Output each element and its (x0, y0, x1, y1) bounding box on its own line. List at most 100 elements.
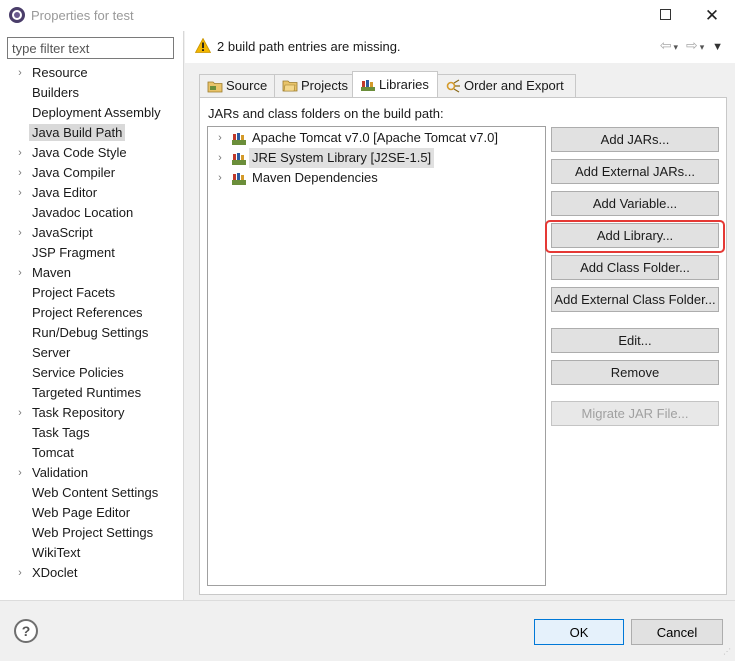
nav-item[interactable]: Project Facets (0, 283, 184, 303)
chevron-right-icon[interactable]: › (214, 168, 226, 188)
nav-item-java-build-path[interactable]: Java Build Path (0, 123, 184, 143)
remove-button[interactable]: Remove (551, 360, 719, 385)
nav-item-label: JavaScript (32, 225, 93, 240)
nav-item[interactable]: Builders (0, 83, 184, 103)
nav-item-label: Server (32, 345, 71, 360)
nav-item-label: JSP Fragment (32, 245, 115, 260)
message-text: 2 build path entries are missing. (217, 39, 401, 54)
nav-item[interactable]: Service Policies (0, 363, 184, 383)
nav-item[interactable]: WikiText (0, 543, 184, 563)
libraries-icon (361, 80, 375, 91)
nav-item-label: Service Policies (32, 365, 124, 380)
warning-icon (195, 38, 211, 53)
tab-source[interactable]: Source (199, 74, 275, 98)
maximize-icon (659, 9, 671, 21)
close-button[interactable]: ✕ (692, 0, 732, 31)
chevron-right-icon[interactable]: › (14, 163, 26, 183)
back-dropdown-icon[interactable]: ▾ (674, 42, 681, 52)
nav-item[interactable]: Javadoc Location (0, 203, 184, 223)
cancel-button[interactable]: Cancel (631, 619, 723, 645)
order-export-icon (446, 79, 460, 93)
forward-dropdown-icon[interactable]: ▾ (700, 42, 707, 52)
chevron-right-icon[interactable]: › (214, 148, 226, 168)
nav-item[interactable]: › Java Editor (0, 183, 184, 203)
forward-arrow-icon[interactable]: ⇨ (686, 37, 700, 53)
nav-item[interactable]: › Validation (0, 463, 184, 483)
nav-item[interactable]: Server (0, 343, 184, 363)
nav-item[interactable]: › Task Repository (0, 403, 184, 423)
chevron-right-icon[interactable]: › (214, 128, 226, 148)
nav-item[interactable]: Web Page Editor (0, 503, 184, 523)
history-nav: ⇦▾ ⇨▾ ▼ (660, 37, 725, 54)
build-path-label: JARs and class folders on the build path… (208, 106, 444, 121)
tab-libraries[interactable]: Libraries (352, 71, 438, 98)
add-external-class-folder-button[interactable]: Add External Class Folder... (551, 287, 719, 312)
nav-item[interactable]: Deployment Assembly (0, 103, 184, 123)
libraries-panel: JARs and class folders on the build path… (199, 97, 727, 595)
nav-item-label: Web Content Settings (32, 485, 159, 500)
add-library-button[interactable]: Add Library... (551, 223, 719, 248)
library-entry-label: Apache Tomcat v7.0 [Apache Tomcat v7.0] (252, 130, 498, 145)
library-entry-label: JRE System Library [J2SE-1.5] (249, 148, 435, 168)
chevron-right-icon[interactable]: › (14, 463, 26, 483)
back-arrow-icon[interactable]: ⇦ (660, 37, 674, 53)
add-external-jars-button[interactable]: Add External JARs... (551, 159, 719, 184)
tab-projects[interactable]: Projects (274, 74, 353, 98)
nav-item[interactable]: Web Content Settings (0, 483, 184, 503)
chevron-right-icon[interactable]: › (14, 263, 26, 283)
view-menu-icon[interactable]: ▼ (712, 41, 725, 53)
window-title: Properties for test (31, 8, 134, 23)
nav-item[interactable]: › Resource (0, 63, 184, 83)
nav-item-label: XDoclet (32, 565, 78, 580)
nav-item-label: Maven (32, 265, 72, 280)
nav-item[interactable]: Run/Debug Settings (0, 323, 184, 343)
nav-item[interactable]: › Java Code Style (0, 143, 184, 163)
nav-item[interactable]: Tomcat (0, 443, 184, 463)
add-class-folder-button[interactable]: Add Class Folder... (551, 255, 719, 280)
help-icon[interactable]: ? (14, 619, 38, 643)
nav-item[interactable]: › Maven (0, 263, 184, 283)
nav-item-label: Resource (32, 65, 88, 80)
add-jars-button[interactable]: Add JARs... (551, 127, 719, 152)
tab-label: Order and Export (464, 78, 564, 93)
tab-label: Libraries (379, 77, 429, 92)
ok-button[interactable]: OK (534, 619, 624, 645)
nav-item-label: Task Tags (32, 425, 90, 440)
projects-icon (282, 80, 298, 92)
nav-item[interactable]: JSP Fragment (0, 243, 184, 263)
nav-item-label: Web Project Settings (32, 525, 154, 540)
chevron-right-icon[interactable]: › (14, 63, 26, 83)
source-folder-icon (207, 81, 223, 93)
nav-item-label: Project Facets (32, 285, 116, 300)
migrate-jar-button[interactable]: Migrate JAR File... (551, 401, 719, 426)
nav-item[interactable]: Task Tags (0, 423, 184, 443)
nav-item[interactable]: Project References (0, 303, 184, 323)
tab-label: Projects (301, 78, 348, 93)
filter-input[interactable] (7, 37, 174, 59)
nav-item[interactable]: › Java Compiler (0, 163, 184, 183)
chevron-right-icon[interactable]: › (14, 403, 26, 423)
maximize-button[interactable] (645, 0, 685, 31)
library-icon (232, 173, 246, 185)
nav-item[interactable]: Targeted Runtimes (0, 383, 184, 403)
nav-item-label: Java Build Path (29, 124, 126, 141)
edit-button[interactable]: Edit... (551, 328, 719, 353)
add-variable-button[interactable]: Add Variable... (551, 191, 719, 216)
chevron-right-icon[interactable]: › (14, 563, 26, 583)
library-tree[interactable]: › Apache Tomcat v7.0 [Apache Tomcat v7.0… (207, 126, 546, 586)
chevron-right-icon[interactable]: › (14, 183, 26, 203)
nav-item-label: Java Compiler (32, 165, 116, 180)
nav-item-label: Run/Debug Settings (32, 325, 149, 340)
tab-order-export[interactable]: Order and Export (437, 74, 576, 98)
dialog-footer: ? OK Cancel ⋰ (0, 600, 735, 661)
nav-item-label: Project References (32, 305, 143, 320)
library-entry-label: Maven Dependencies (252, 170, 378, 185)
nav-item[interactable]: Web Project Settings (0, 523, 184, 543)
nav-item[interactable]: › JavaScript (0, 223, 184, 243)
resize-grip-icon[interactable]: ⋰ (723, 648, 733, 659)
nav-item[interactable]: › XDoclet (0, 563, 184, 583)
eclipse-app-icon (9, 7, 25, 23)
chevron-right-icon[interactable]: › (14, 223, 26, 243)
nav-item-label: Tomcat (32, 445, 74, 460)
chevron-right-icon[interactable]: › (14, 143, 26, 163)
